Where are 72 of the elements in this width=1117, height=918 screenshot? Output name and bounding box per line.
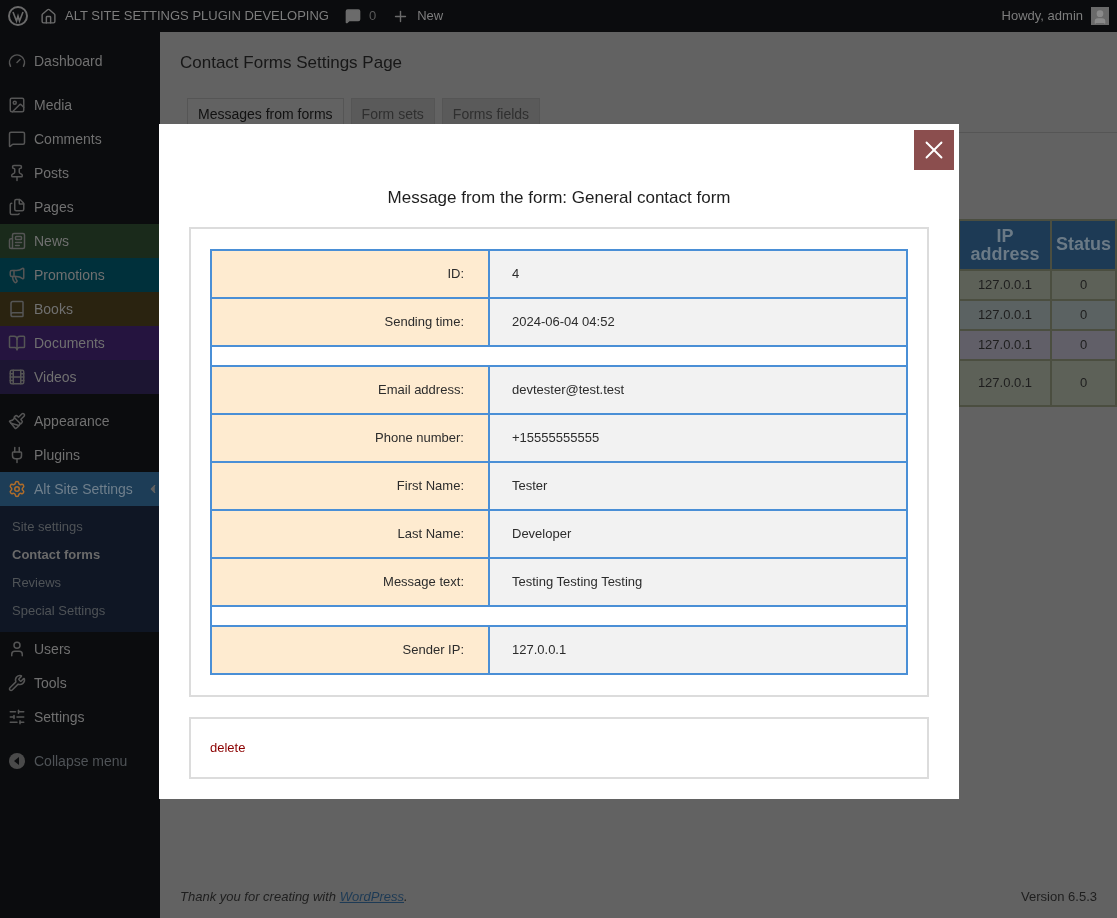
menu-item[interactable]: Promotions xyxy=(0,258,160,292)
table-cell: 0 xyxy=(1051,299,1116,330)
speech-bubble-icon xyxy=(8,130,26,148)
field-label: Phone number: xyxy=(211,413,489,462)
home-icon[interactable] xyxy=(40,7,57,25)
settings-icon xyxy=(8,480,26,498)
field-value: 127.0.0.1 xyxy=(489,625,907,674)
version-text: Version 6.5.3 xyxy=(1021,887,1097,906)
menu-item[interactable]: Alt Site Settings xyxy=(0,472,160,506)
paintbrush-icon xyxy=(8,412,26,430)
delete-link[interactable]: delete xyxy=(210,737,246,758)
column-header: IP address xyxy=(959,219,1051,270)
menu-item[interactable]: Users xyxy=(0,632,160,666)
menu-item[interactable]: Posts xyxy=(0,156,160,190)
field-value: devtester@test.test xyxy=(489,365,907,414)
field-label: Email address: xyxy=(211,365,489,414)
field-label: First Name: xyxy=(211,461,489,510)
field-label: ID: xyxy=(211,249,489,298)
menu-item[interactable]: Settings xyxy=(0,700,160,734)
menu-item[interactable]: Videos xyxy=(0,360,160,394)
menu-item[interactable]: News xyxy=(0,224,160,258)
submenu-item[interactable]: Site settings xyxy=(0,513,160,541)
modal-title: Message from the form: General contact form xyxy=(386,187,732,209)
open-book-icon xyxy=(8,334,26,352)
menu-item[interactable]: Comments xyxy=(0,122,160,156)
field-value: Testing Testing Testing xyxy=(489,557,907,606)
pin-icon xyxy=(8,164,26,182)
book-icon xyxy=(8,300,26,318)
menu-item[interactable]: Appearance xyxy=(0,404,160,438)
menu-item[interactable]: Books xyxy=(0,292,160,326)
page-title: Contact Forms Settings Page xyxy=(180,52,404,74)
field-label: Sender IP: xyxy=(211,625,489,674)
gauge-icon xyxy=(8,52,26,70)
menu-item[interactable]: Media xyxy=(0,88,160,122)
comment-icon[interactable] xyxy=(344,8,361,24)
collapse-menu-button[interactable]: Collapse menu xyxy=(0,744,160,778)
field-value: 2024-06-04 04:52 xyxy=(489,297,907,346)
comments-count[interactable]: 0 xyxy=(368,6,377,26)
field-value: Tester xyxy=(489,461,907,510)
close-button[interactable] xyxy=(914,130,954,170)
menu-item[interactable]: Documents xyxy=(0,326,160,360)
sliders-icon xyxy=(8,708,26,726)
field-label: Last Name: xyxy=(211,509,489,558)
field-value: 4 xyxy=(489,249,907,298)
wordpress-logo-icon[interactable] xyxy=(8,6,28,26)
site-name-link[interactable]: ALT SITE SETTINGS PLUGIN DEVELOPING xyxy=(65,6,329,26)
newspaper-icon xyxy=(8,232,26,250)
pages-icon xyxy=(8,198,26,216)
footer-thanks: Thank you for creating with WordPress. xyxy=(180,887,408,906)
media-icon xyxy=(8,96,26,114)
new-link[interactable]: New xyxy=(417,6,444,26)
greeting-link[interactable]: Howdy, admin xyxy=(1001,6,1083,26)
field-value: Developer xyxy=(489,509,907,558)
submenu-item[interactable]: Special Settings xyxy=(0,597,160,625)
menu-item[interactable]: Plugins xyxy=(0,438,160,472)
field-value: +15555555555 xyxy=(489,413,907,462)
submenu-item[interactable]: Reviews xyxy=(0,569,160,597)
menu-item[interactable]: Tools xyxy=(0,666,160,700)
field-label: Message text: xyxy=(211,557,489,606)
megaphone-icon xyxy=(8,266,26,284)
field-label: Sending time: xyxy=(211,297,489,346)
table-cell: 0 xyxy=(1051,269,1116,300)
user-icon xyxy=(8,640,26,658)
table-cell: 0 xyxy=(1051,359,1116,406)
wordpress-link[interactable]: WordPress xyxy=(339,888,404,904)
wrench-icon xyxy=(8,674,26,692)
menu-item[interactable]: Pages xyxy=(0,190,160,224)
submenu-item[interactable]: Contact forms xyxy=(0,541,160,569)
film-icon xyxy=(8,368,26,386)
column-header: Status xyxy=(1051,219,1116,270)
table-cell: 0 xyxy=(1051,329,1116,360)
menu-item[interactable]: Dashboard xyxy=(0,44,160,78)
